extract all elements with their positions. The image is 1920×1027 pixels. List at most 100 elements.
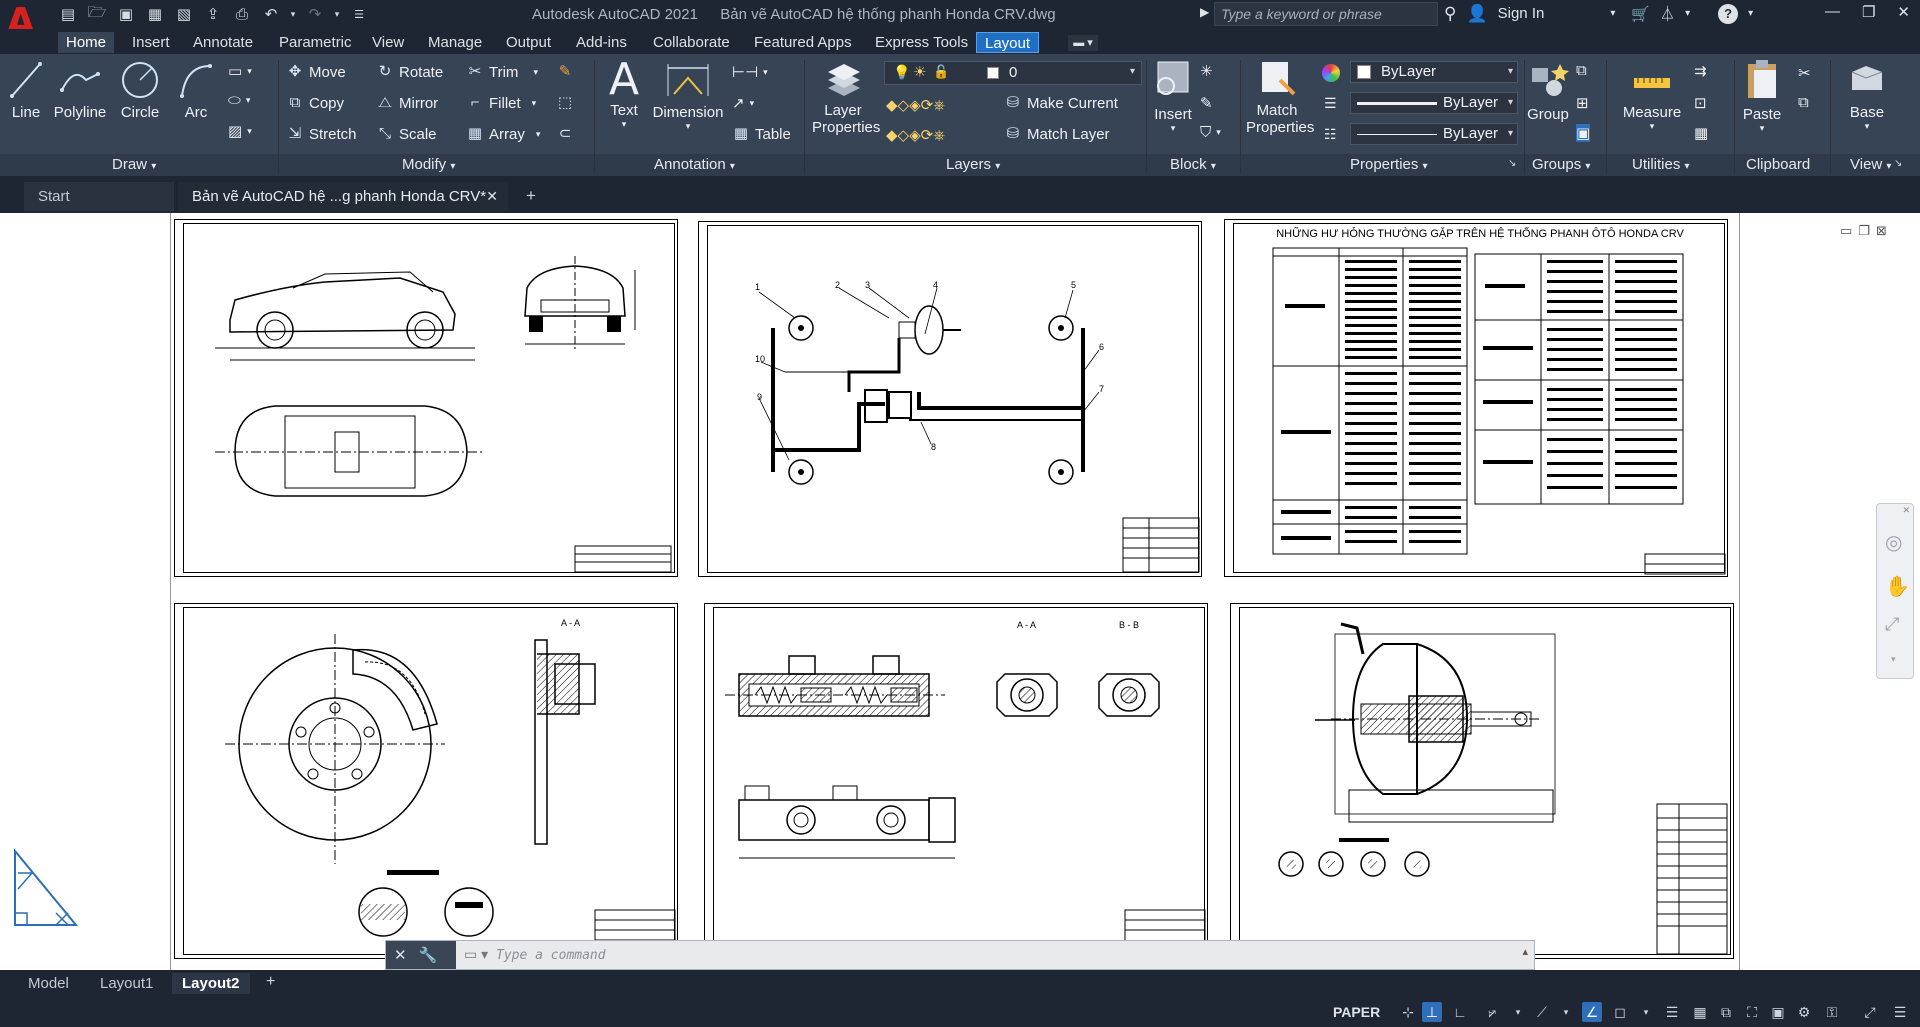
table-button[interactable]: ▦ Table [732,125,791,143]
quick-properties-icon[interactable]: ▣ [1768,1002,1788,1022]
sheet-vehicle-views[interactable] [174,219,678,577]
ribbon-display-toggle-icon[interactable]: ▬ ▾ [1068,35,1098,51]
new-file-icon[interactable]: ▤ [56,3,80,25]
tab-express-tools[interactable]: Express Tools [867,32,976,53]
polar-dropdown-icon[interactable]: ▾ [1508,1002,1528,1022]
sign-in-dropdown-icon[interactable]: ▾ [1610,8,1615,19]
match-properties-button[interactable]: Match Properties [1246,58,1314,136]
layer-properties-button[interactable]: Layer Properties [812,58,880,136]
sheet-master-cylinder[interactable]: A - A B - B [704,603,1208,959]
paste-button[interactable]: Paste ▾ [1740,58,1784,134]
customize-qat-icon[interactable]: ☰ [347,3,371,25]
undo-dropdown-icon[interactable]: ▾ [288,3,298,25]
select-all-icon[interactable]: ⊡ [1694,94,1707,112]
modify-panel-title[interactable]: Modify ▾ [402,156,455,173]
minimize-icon[interactable]: — [1825,3,1840,21]
tab-parametric[interactable]: Parametric [271,32,360,53]
command-input[interactable] [496,944,1396,966]
open-web-icon[interactable]: ▧ [172,3,196,25]
block-attributes-icon[interactable]: ⛉ ▾ [1200,124,1221,141]
clipboard-panel-title[interactable]: Clipboard [1746,156,1810,173]
redo-dropdown-icon[interactable]: ▾ [332,3,342,25]
tab-layout2[interactable]: Layout2 [172,973,250,994]
lineweight-dropdown[interactable]: ByLayer ▾ [1350,92,1518,114]
viewport-close-icon[interactable]: ⊠ [1876,223,1887,239]
search-icon[interactable]: ⚲ [1444,4,1456,24]
viewport-restore-icon[interactable]: ❐ [1858,223,1870,239]
sign-in-link[interactable]: Sign In [1498,5,1545,22]
text-button[interactable]: A Text ▾ [604,58,644,130]
tab-add-ins[interactable]: Add-ins [568,32,635,53]
annotation-panel-title[interactable]: Annotation ▾ [654,156,735,173]
undo-icon[interactable]: ↶ [259,3,283,25]
block-panel-title[interactable]: Block ▾ [1170,156,1216,173]
redo-icon[interactable]: ↷ [303,3,327,25]
tab-layout1[interactable]: Layout1 [90,973,163,994]
quick-select-icon[interactable]: ⇉ [1694,62,1707,80]
paste-dropdown-icon[interactable]: ▾ [1740,123,1784,134]
polyline-button[interactable]: Polyline [52,60,108,121]
grid-snap-icon[interactable]: ⊹ [1398,1002,1418,1022]
fullscreen-icon[interactable]: ⤢ [1860,1002,1880,1022]
isolate-objects-icon[interactable]: ⚿ [1822,1002,1842,1022]
group-edit-icon[interactable]: ⊞ [1576,94,1589,112]
close-icon[interactable]: ✕ [1897,3,1910,21]
drawing-canvas[interactable]: ▭ ❐ ⊠ 1 2 3 4 5 6 7 8 9 10 NHỮNG HƯ HỎNG… [0,213,1920,970]
dimension-dropdown-icon[interactable]: ▾ [652,121,724,132]
nav-bar-menu-icon[interactable]: ▾ [1891,654,1896,665]
trim-button[interactable]: ✂ Trim ▾ [466,63,538,81]
cart-icon[interactable]: 🛒 [1631,5,1650,23]
properties-panel-title[interactable]: Properties ▾ [1350,156,1428,173]
restore-icon[interactable]: ❐ [1862,3,1875,21]
erase-button[interactable]: ✎ [556,63,574,81]
array-button[interactable]: ▦ Array ▾ [466,125,540,143]
add-layout-icon[interactable]: + [266,973,275,991]
groups-panel-title[interactable]: Groups ▾ [1532,156,1590,173]
measure-button[interactable]: Measure ▾ [1614,60,1690,132]
zoom-extents-icon[interactable]: ⤢ [1885,614,1899,635]
search-input[interactable] [1215,3,1437,25]
fillet-button[interactable]: ⌐ Fillet ▾ [466,94,537,112]
viewport-minimize-icon[interactable]: ▭ [1840,223,1852,239]
view-launcher-icon[interactable]: ↘ [1894,158,1902,169]
cut-icon[interactable]: ✂ [1798,64,1811,82]
tab-model[interactable]: Model [18,973,79,994]
sheet-brake-booster[interactable] [1230,603,1734,959]
create-block-icon[interactable]: ✳ [1200,62,1213,80]
customization-menu-icon[interactable]: ☰ [1890,1002,1910,1022]
leader-icon[interactable]: ↗ ▾ [732,94,754,112]
save-web-icon[interactable]: ⇪ [201,3,225,25]
insert-block-button[interactable]: Insert ▾ [1152,58,1194,134]
save-icon[interactable]: ▣ [114,3,138,25]
plot-icon[interactable]: ⎙ [230,3,254,25]
sheet-failure-table[interactable]: NHỮNG HƯ HỎNG THƯỜNG GẶP TRÊN HỆ THỐNG P… [1224,219,1728,577]
command-expand-icon[interactable]: ▴ [1522,945,1528,958]
color-dropdown[interactable]: ByLayer ▾ [1350,61,1518,83]
tab-output[interactable]: Output [498,32,559,53]
tab-collaborate[interactable]: Collaborate [645,32,738,53]
rectangle-tool-icon[interactable]: ▭ ▾ [228,62,252,80]
tab-manage[interactable]: Manage [420,32,490,53]
workspace-icon[interactable]: ⚙ [1794,1002,1814,1022]
group-selection-toggle-icon[interactable]: ▣ [1576,124,1591,142]
layers-panel-title[interactable]: Layers ▾ [946,156,1000,173]
circle-button[interactable]: Circle [118,60,162,121]
color-wheel-icon[interactable] [1322,64,1340,82]
isodraft-dropdown-icon[interactable]: ▾ [1556,1002,1576,1022]
measure-dropdown-icon[interactable]: ▾ [1614,121,1690,132]
tab-featured-apps[interactable]: Featured Apps [746,32,860,53]
selection-cycling-icon[interactable]: ⧉ [1716,1002,1736,1022]
steering-wheel-icon[interactable]: ◎ [1885,530,1902,555]
ungroup-icon[interactable]: ⧉ [1576,62,1587,79]
polar-tracking-icon[interactable]: ⦬ [1482,1002,1502,1022]
new-tab-icon[interactable]: + [526,186,536,206]
line-button[interactable]: Line [8,60,44,121]
tab-home[interactable]: Home [58,32,115,53]
tab-start[interactable]: Start [24,182,174,211]
lineweight-toggle-icon[interactable]: ☰ [1662,1002,1682,1022]
user-icon[interactable]: 👤 [1466,4,1487,24]
make-current-button[interactable]: ⛁ Make Current [1004,94,1118,112]
properties-launcher-icon[interactable]: ↘ [1508,158,1516,169]
help-dropdown-icon[interactable]: ▾ [1748,8,1753,19]
ellipse-tool-icon[interactable]: ⬭ ▾ [228,92,250,109]
